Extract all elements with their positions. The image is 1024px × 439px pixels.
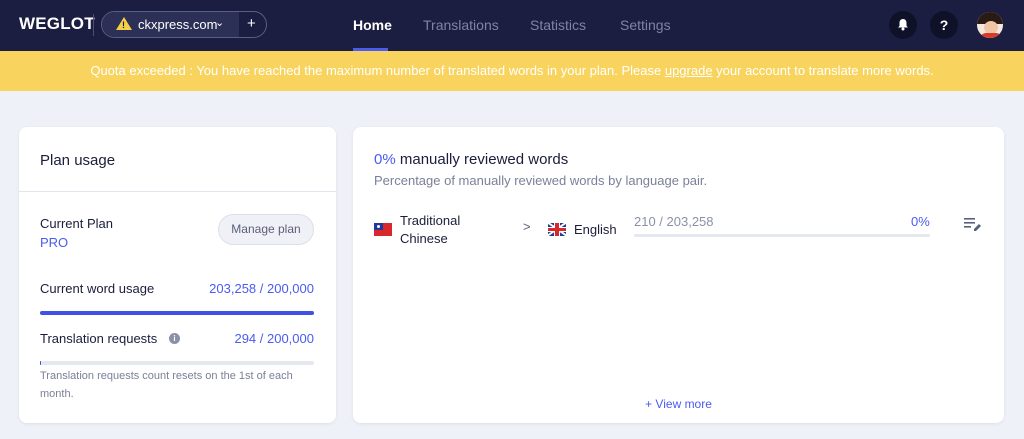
project-name: ckxpress.com [138,17,218,32]
reviewed-title-text: manually reviewed words [395,151,569,168]
reviewed-subtitle: Percentage of manually reviewed words by… [374,173,708,188]
project-dropdown[interactable]: ckxpress.com ⌄ [102,12,239,37]
translation-requests-value: 294 / 200,000 [234,331,314,346]
manage-plan-button[interactable]: Manage plan [218,214,314,245]
avatar[interactable] [975,10,1005,40]
tab-settings[interactable]: Settings [620,17,671,33]
reset-note: Translation requests count resets on the… [40,370,293,400]
tab-statistics[interactable]: Statistics [530,17,586,33]
plan-usage-title: Plan usage [40,152,116,169]
word-usage-bar [40,311,314,315]
source-language: Traditional Chinese [400,213,461,246]
upgrade-link[interactable]: upgrade [665,63,713,78]
translation-requests-bar [40,361,314,365]
view-more-link[interactable]: + View more [353,397,1004,411]
chevron-right-icon: > [523,219,531,234]
current-plan-label: Current Plan [40,216,113,231]
tab-home[interactable]: Home [353,17,392,33]
project-selector[interactable]: ckxpress.com ⌄ + [101,11,267,38]
pair-percent: 0% [911,214,930,229]
reviewed-percent: 0% [374,151,396,168]
current-plan-value: PRO [40,235,69,250]
pair-progress-bar [634,234,930,237]
bell-icon [898,19,908,31]
divider [19,191,336,192]
plan-usage-card: Plan usage Current Plan PRO Manage plan … [19,127,336,423]
add-project-button[interactable]: + [247,15,256,32]
target-language: English [574,222,617,237]
reviewed-title: 0% manually reviewed words [374,151,568,168]
weglot-logo[interactable]: WEGLOT [19,14,95,34]
word-usage-value: 203,258 / 200,000 [209,281,314,296]
manually-reviewed-card: 0% manually reviewed words Percentage of… [353,127,1004,423]
warning-icon [116,17,132,30]
banner-text-before: Quota exceeded : You have reached the ma… [90,63,665,78]
word-usage-label: Current word usage [40,281,155,296]
word-usage-bar-fill [40,311,314,315]
chevron-down-icon: ⌄ [215,17,225,29]
notifications-button[interactable] [889,11,917,39]
help-button[interactable]: ? [930,11,958,39]
top-nav-bar: WEGLOT ckxpress.com ⌄ + Home Translation… [0,0,1024,51]
banner-text-after: your account to translate more words. [712,63,934,78]
divider [93,14,94,36]
tab-translations[interactable]: Translations [423,17,499,33]
avatar-shirt [980,33,1002,38]
edit-list-icon[interactable] [964,217,982,231]
quota-banner: Quota exceeded : You have reached the ma… [0,51,1024,91]
uk-flag-icon [548,223,566,236]
info-icon[interactable]: i [169,333,180,344]
translation-requests-label: Translation requests [40,331,158,346]
taiwan-flag-icon [374,223,392,236]
pair-word-count: 210 / 203,258 [634,214,714,229]
